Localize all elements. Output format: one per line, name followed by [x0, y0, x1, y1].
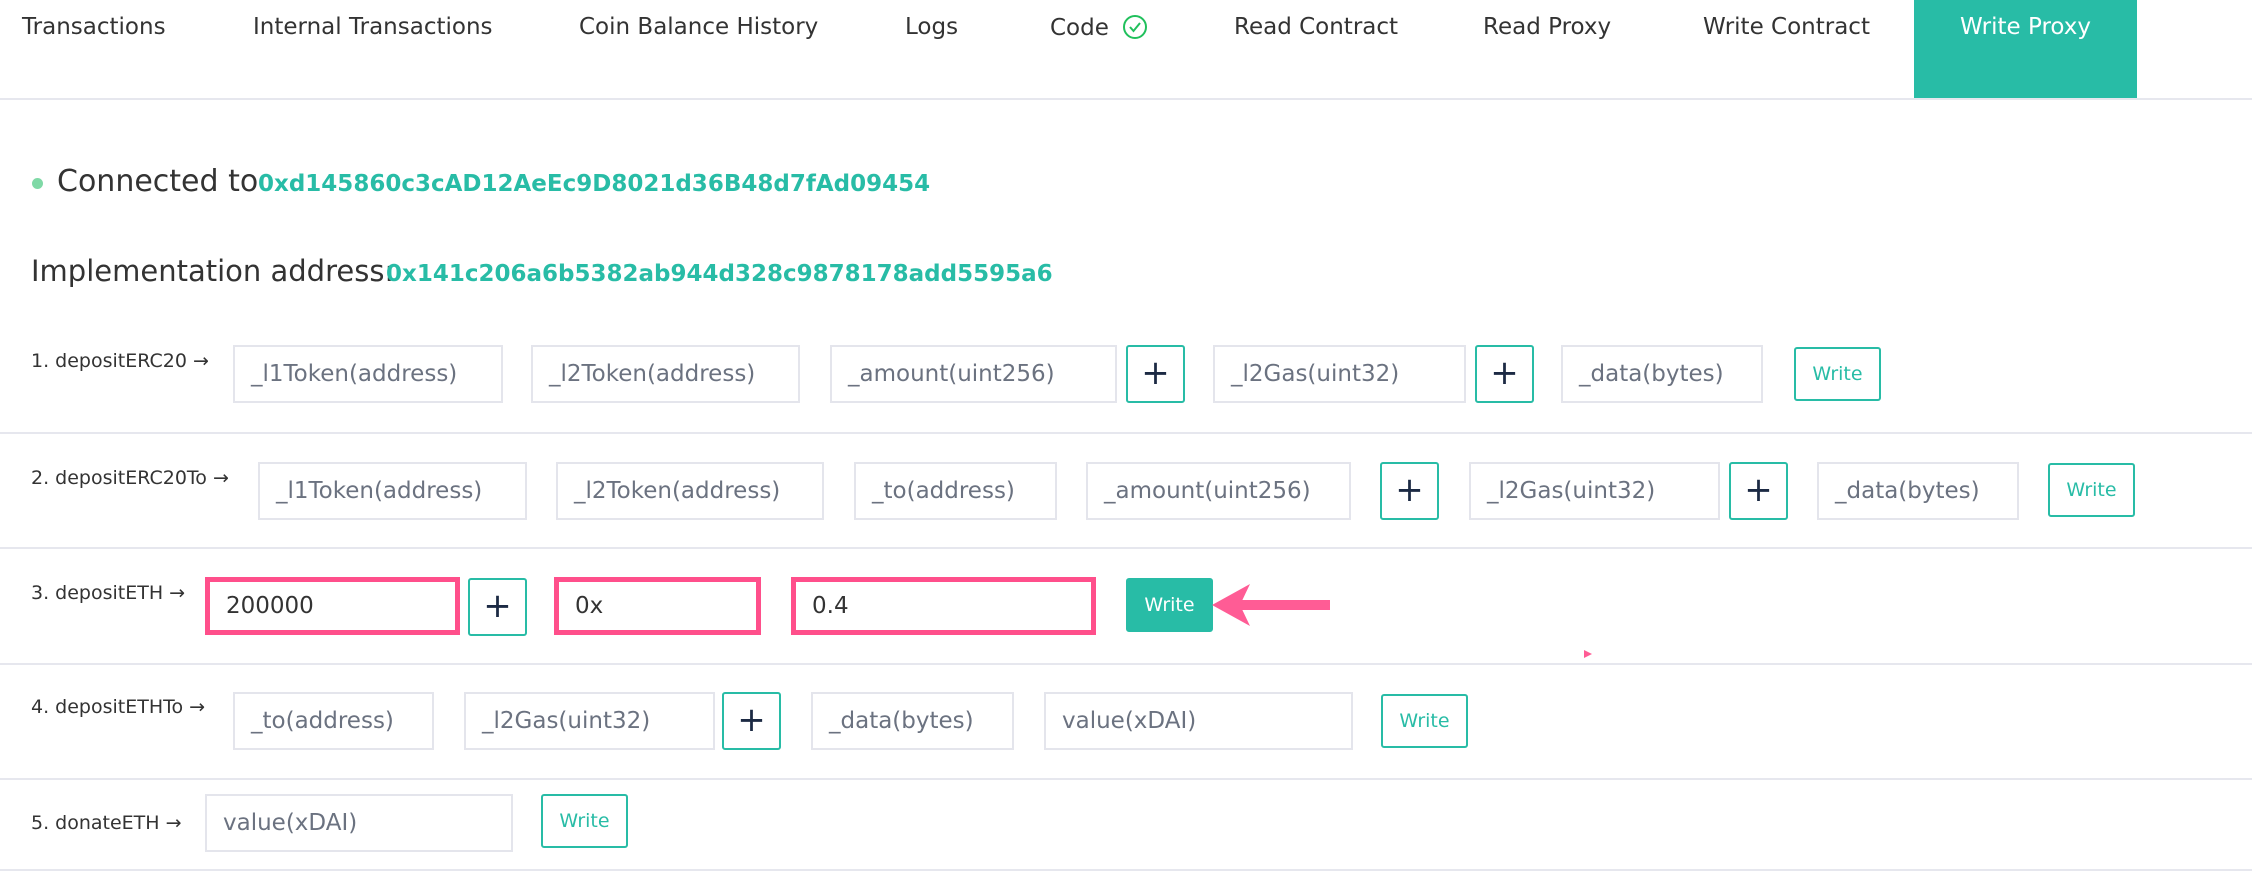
tab-write-proxy[interactable]: Write Proxy — [1914, 0, 2137, 98]
amount-plus-button[interactable]: + — [1126, 345, 1185, 403]
data-input[interactable]: _data(bytes) — [1561, 345, 1763, 403]
value-input[interactable]: value(xDAI) — [1044, 692, 1353, 750]
data-input[interactable]: _data(bytes) — [1817, 462, 2019, 520]
divider — [0, 432, 2252, 434]
tab-transactions[interactable]: Transactions — [22, 14, 166, 40]
l2gas-plus-button[interactable]: + — [722, 692, 781, 750]
method-label-depositETHTo: 4. depositETHTo → — [31, 696, 206, 718]
tab-coin-balance-history[interactable]: Coin Balance History — [579, 14, 818, 40]
implementation-address-link[interactable]: 0x141c206a6b5382ab944d328c9878178add5595… — [386, 261, 1053, 287]
l2gas-input[interactable]: _l2Gas(uint32) — [1469, 462, 1720, 520]
l2token-input[interactable]: _l2Token(address) — [531, 345, 800, 403]
method-label-depositETH: 3. depositETH → — [31, 582, 186, 604]
l2gas-plus-button[interactable]: + — [468, 578, 527, 636]
divider — [0, 778, 2252, 780]
value-input[interactable]: value(xDAI) — [205, 794, 513, 852]
connected-status-dot — [32, 178, 43, 189]
l1token-input[interactable]: _l1Token(address) — [233, 345, 503, 403]
divider — [0, 869, 2252, 871]
l2token-input[interactable]: _l2Token(address) — [556, 462, 824, 520]
connected-label: Connected to — [57, 164, 259, 199]
method-label-depositERC20: 1. depositERC20 → — [31, 350, 209, 372]
data-input[interactable]: 0x — [554, 577, 761, 635]
amount-plus-button[interactable]: + — [1380, 462, 1439, 520]
amount-input[interactable]: _amount(uint256) — [1086, 462, 1351, 520]
amount-input[interactable]: _amount(uint256) — [830, 345, 1117, 403]
write-button[interactable]: Write — [541, 794, 628, 848]
data-input[interactable]: _data(bytes) — [811, 692, 1014, 750]
to-input[interactable]: _to(address) — [854, 462, 1057, 520]
verified-check-icon — [1123, 15, 1148, 39]
tab-code-label: Code — [1050, 15, 1109, 41]
tab-logs[interactable]: Logs — [905, 14, 958, 40]
annotation-marker-icon — [1584, 650, 1592, 658]
method-label-donateETH: 5. donateETH → — [31, 812, 182, 834]
implementation-label: Implementation address: — [31, 254, 395, 288]
divider — [0, 663, 2252, 665]
l1token-input[interactable]: _l1Token(address) — [258, 462, 527, 520]
tab-code[interactable]: Code — [1050, 14, 1148, 41]
l2gas-plus-button[interactable]: + — [1729, 462, 1788, 520]
l2gas-plus-button[interactable]: + — [1475, 345, 1534, 403]
tab-read-proxy[interactable]: Read Proxy — [1483, 14, 1611, 40]
divider — [0, 547, 2252, 549]
write-button[interactable]: Write — [1381, 694, 1468, 748]
value-input[interactable]: 0.4 — [791, 577, 1096, 635]
tab-divider — [0, 98, 2252, 100]
write-button[interactable]: Write — [1126, 578, 1213, 632]
tab-read-contract[interactable]: Read Contract — [1234, 14, 1398, 40]
tab-internal-transactions[interactable]: Internal Transactions — [253, 14, 493, 40]
to-input[interactable]: _to(address) — [233, 692, 434, 750]
method-label-depositERC20To: 2. depositERC20To → — [31, 467, 229, 489]
write-button[interactable]: Write — [1794, 347, 1881, 401]
write-button[interactable]: Write — [2048, 463, 2135, 517]
tab-write-contract[interactable]: Write Contract — [1703, 14, 1870, 40]
annotation-arrow-icon — [1212, 584, 1330, 626]
l2gas-input[interactable]: 200000 — [205, 577, 460, 635]
l2gas-input[interactable]: _l2Gas(uint32) — [1213, 345, 1466, 403]
l2gas-input[interactable]: _l2Gas(uint32) — [464, 692, 715, 750]
connected-address-link[interactable]: 0xd145860c3cAD12AeEc9D8021d36B48d7fAd094… — [258, 171, 930, 197]
